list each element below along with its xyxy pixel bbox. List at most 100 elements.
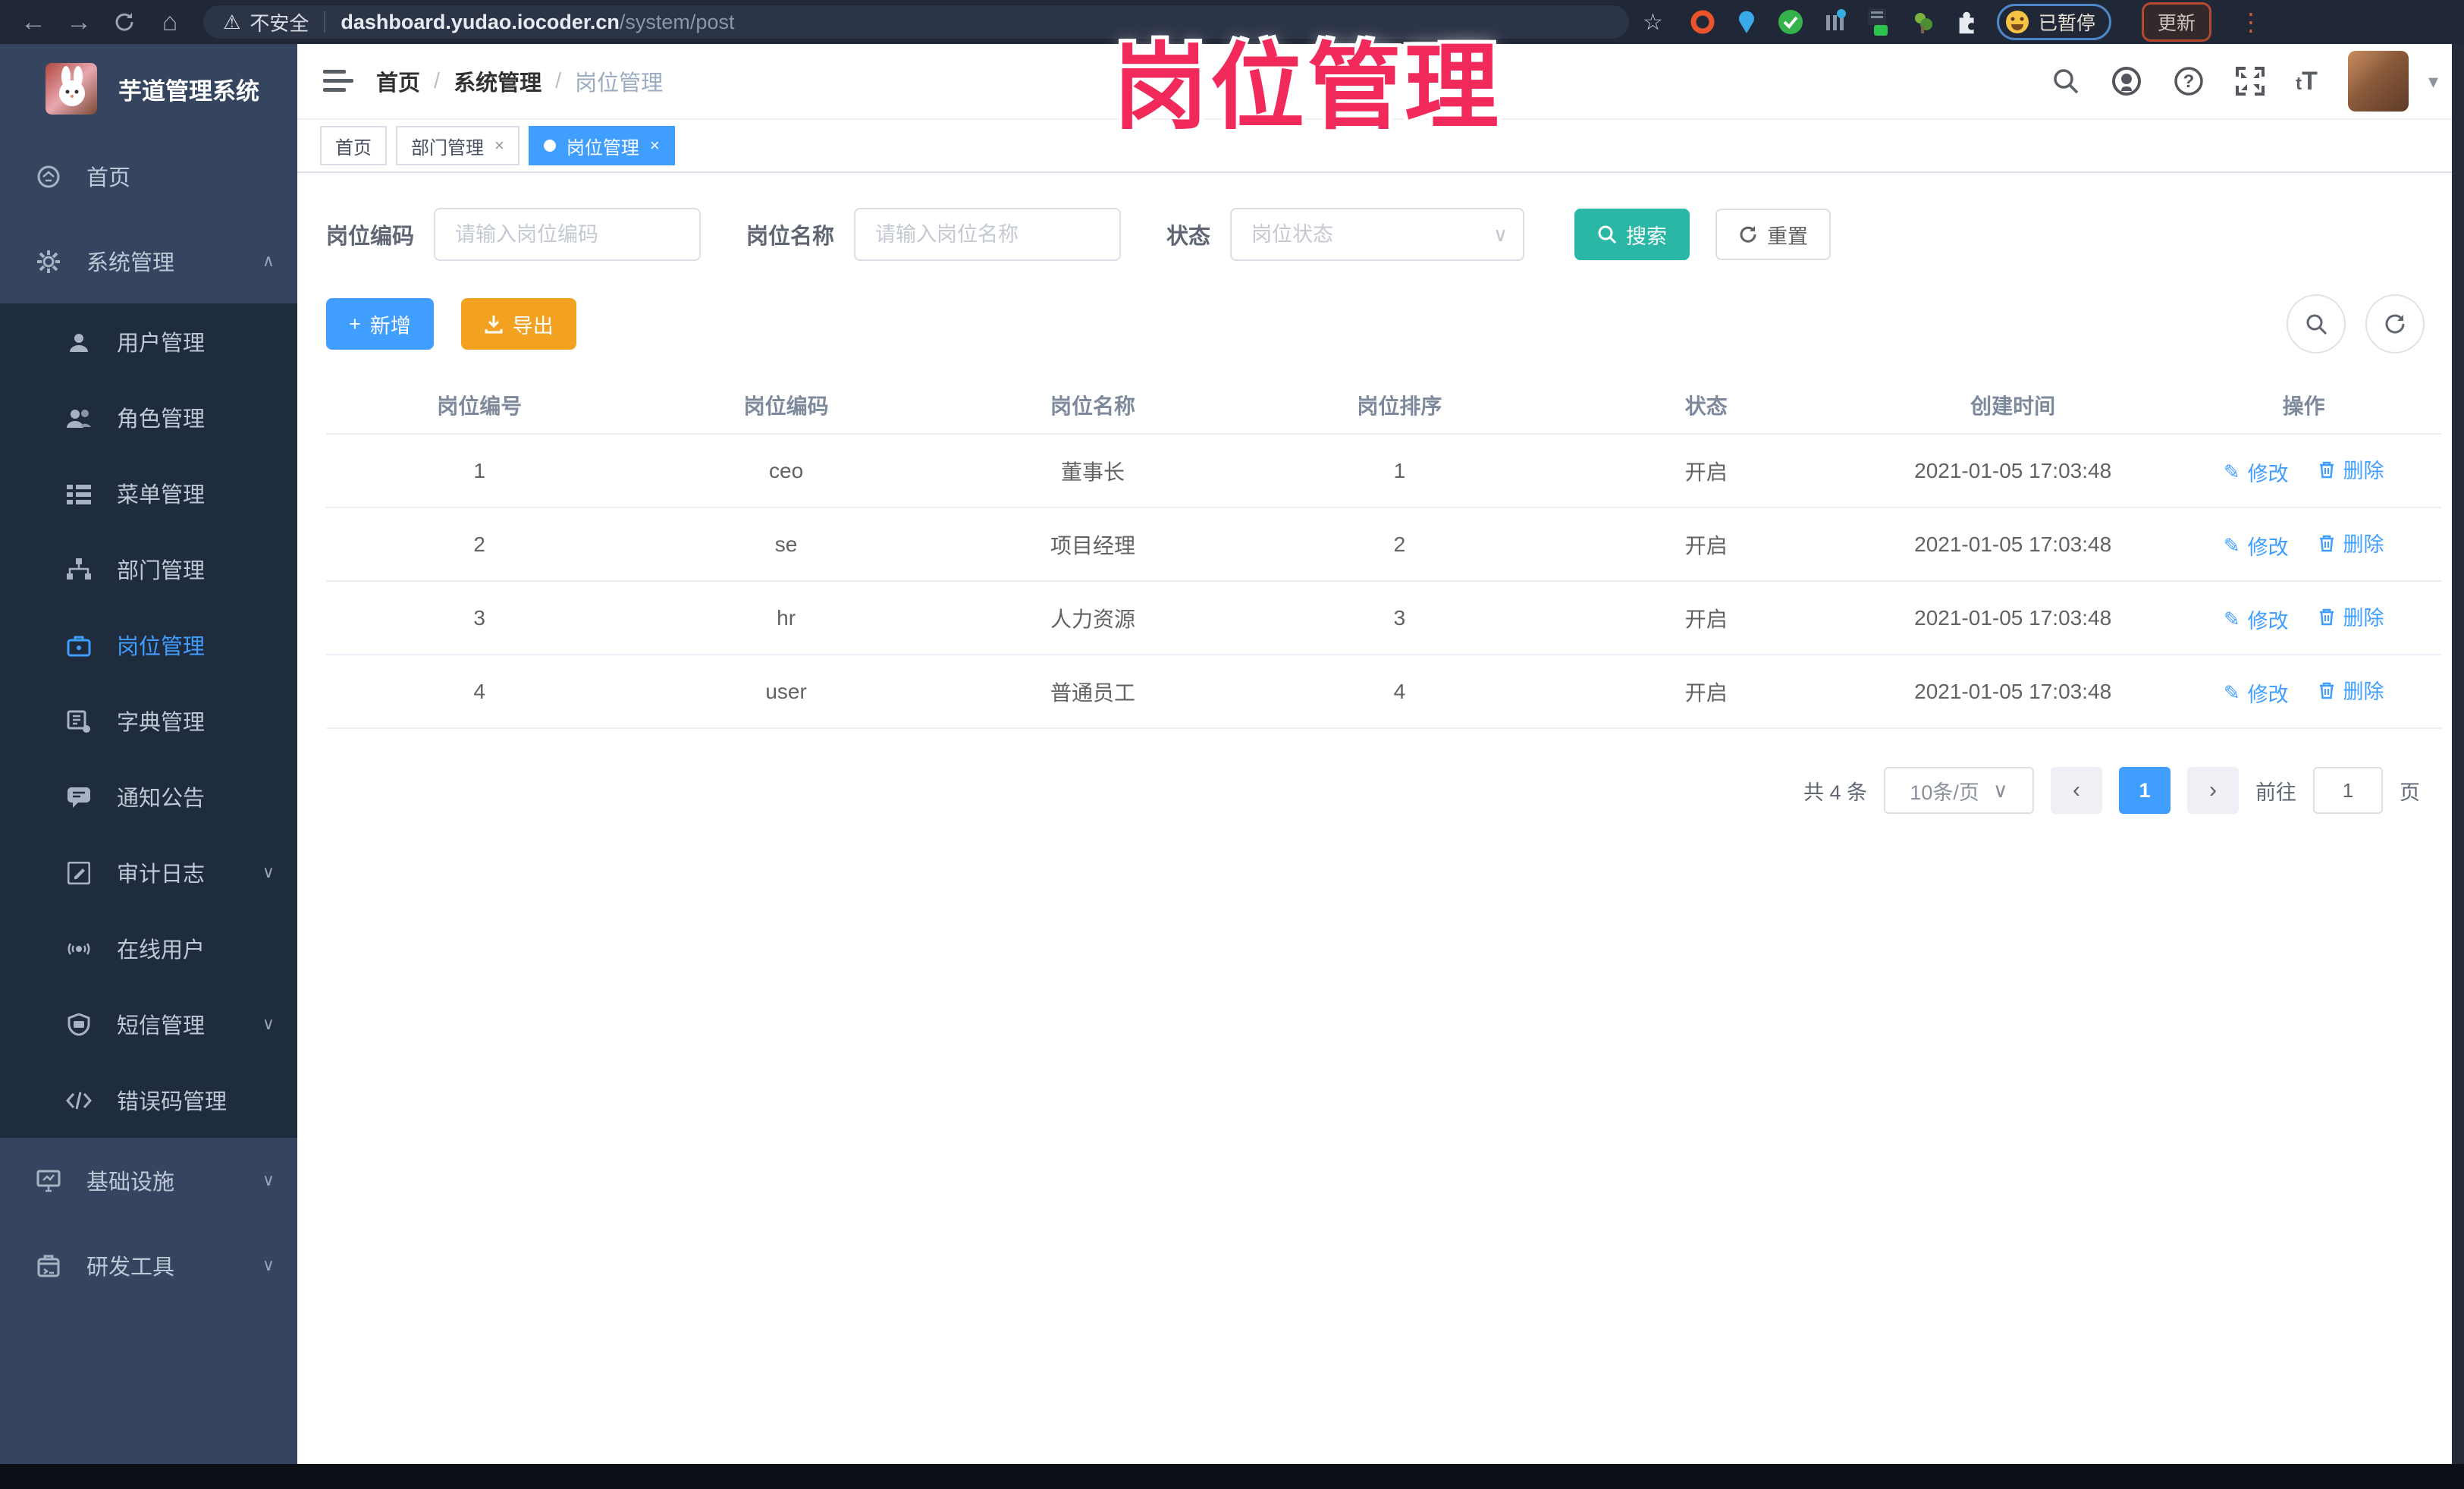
status-select[interactable]	[1230, 208, 1525, 261]
help-icon[interactable]: ?	[2173, 65, 2205, 97]
github-icon[interactable]	[2111, 65, 2142, 97]
reset-button[interactable]: 重置	[1715, 209, 1832, 260]
delete-link[interactable]: 删除	[2318, 675, 2384, 705]
next-page-button[interactable]: ›	[2187, 767, 2239, 814]
sidebar-item-label: 在线用户	[117, 938, 206, 963]
browser-forward-button[interactable]: →	[59, 5, 99, 39]
fullscreen-icon[interactable]	[2235, 66, 2265, 96]
sidebar-item-audit-log[interactable]: 审计日志 ∨	[0, 834, 297, 910]
audit-log-icon	[64, 859, 94, 885]
sidebar-item-online-users[interactable]: 在线用户	[0, 910, 297, 986]
paused-extension-badge[interactable]: 已暂停	[1996, 4, 2111, 40]
font-size-icon[interactable]: tT	[2296, 67, 2318, 96]
breadcrumb-home[interactable]: 首页	[376, 65, 420, 97]
sidebar-item-post-management[interactable]: 岗位管理	[0, 607, 297, 683]
add-button[interactable]: + 新增	[326, 298, 434, 350]
table-row: 2 se 项目经理 2 开启 2021-01-05 17:03:48 ✎ 修改 删…	[326, 507, 2441, 582]
url-path: /system/post	[619, 10, 735, 33]
logo-row[interactable]: 芋道管理系统	[0, 44, 297, 134]
hamburger-icon[interactable]	[323, 68, 353, 94]
post-code-input[interactable]	[434, 208, 702, 261]
sidebar-item-notice-announcement[interactable]: 通知公告	[0, 759, 297, 834]
edit-link[interactable]: ✎ 修改	[2224, 678, 2289, 708]
sidebar-item-user-management[interactable]: 用户管理	[0, 303, 297, 379]
browser-home-button[interactable]: ⌂	[150, 5, 190, 39]
sidebar-item-error-code-management[interactable]: 错误码管理	[0, 1062, 297, 1138]
close-icon[interactable]: ×	[650, 136, 660, 155]
tab-department-management[interactable]: 部门管理 ×	[396, 126, 519, 165]
sidebar-item-system-management[interactable]: 系统管理 ∧	[0, 218, 297, 303]
sidebar-item-dictionary-management[interactable]: 字典管理	[0, 683, 297, 759]
sidebar-item-label: 研发工具	[86, 1255, 175, 1280]
cell-id: 2	[326, 507, 633, 582]
avatar[interactable]	[2347, 51, 2409, 112]
sidebar-item-home[interactable]: 首页	[0, 134, 297, 218]
page-content: 岗位编码 岗位名称 状态 ∨	[297, 173, 2464, 1489]
delete-link[interactable]: 删除	[2318, 528, 2384, 558]
delete-link[interactable]: 删除	[2318, 602, 2384, 631]
goto-page-input[interactable]	[2313, 767, 2383, 814]
page-size-select[interactable]: 10条/页 ∨	[1884, 767, 2034, 814]
search-icon	[2306, 314, 2327, 335]
blue-pin-extension-icon[interactable]	[1733, 8, 1760, 36]
sidebar-item-label: 字典管理	[117, 711, 206, 735]
security-label: 不安全	[250, 11, 309, 35]
edit-link[interactable]: ✎ 修改	[2224, 605, 2289, 634]
trash-icon	[2320, 461, 2334, 478]
security-chip[interactable]: ⚠ 不安全	[223, 8, 309, 36]
green-sprout-extension-icon[interactable]	[1909, 8, 1936, 36]
browser-reload-button[interactable]	[105, 5, 144, 39]
search-button[interactable]: 搜索	[1574, 209, 1690, 260]
sidebar-item-dev-tools[interactable]: 研发工具 ∨	[0, 1223, 297, 1308]
filter-post-name: 岗位名称	[746, 208, 1122, 261]
bookmark-star-icon[interactable]: ☆	[1643, 9, 1663, 36]
tab-home[interactable]: 首页	[320, 126, 387, 165]
url-separator	[324, 11, 326, 33]
prev-page-button[interactable]: ‹	[2051, 767, 2102, 814]
post-name-input[interactable]	[854, 208, 1122, 261]
tab-post-management[interactable]: 岗位管理 ×	[528, 126, 675, 165]
plus-icon: +	[349, 312, 361, 335]
page-suffix: 页	[2400, 781, 2420, 804]
edit-link[interactable]: ✎ 修改	[2224, 457, 2289, 487]
emoji-face-icon	[2005, 11, 2029, 33]
chevron-down-icon: ∨	[1992, 778, 2008, 802]
sidebar-item-department-management[interactable]: 部门管理	[0, 531, 297, 607]
edit-link[interactable]: ✎ 修改	[2224, 531, 2289, 561]
browser-update-button[interactable]: 更新	[2141, 2, 2211, 42]
toggle-search-button[interactable]	[2287, 294, 2346, 353]
browser-back-button[interactable]: ←	[14, 5, 53, 39]
breadcrumb-system[interactable]: 系统管理	[454, 65, 541, 97]
filter-post-code: 岗位编码	[326, 208, 702, 261]
goto-label: 前往	[2255, 781, 2296, 804]
orange-ring-extension-icon[interactable]	[1689, 8, 1716, 36]
sidebar-item-sms-management[interactable]: 短信管理 ∨	[0, 986, 297, 1062]
header-search-icon[interactable]	[2051, 67, 2080, 96]
delete-label: 删除	[2343, 460, 2384, 483]
sidebar-item-menu-management[interactable]: 菜单管理	[0, 455, 297, 531]
sidebar-item-label: 角色管理	[117, 407, 206, 432]
cell-name: 董事长	[939, 434, 1247, 508]
edit-label: 修改	[2247, 683, 2289, 706]
close-icon[interactable]: ×	[494, 136, 504, 155]
window-bottom-strip	[0, 1464, 2464, 1489]
sidebar-item-role-management[interactable]: 角色管理	[0, 379, 297, 455]
chevron-up-icon: ∧	[262, 251, 275, 270]
puzzle-extensions-icon[interactable]	[1953, 8, 1980, 36]
refresh-table-button[interactable]	[2365, 294, 2425, 353]
gif-tool-extension-icon[interactable]	[1865, 8, 1892, 36]
caret-down-icon[interactable]: ▾	[2428, 70, 2438, 93]
green-check-extension-icon[interactable]	[1777, 8, 1804, 36]
delete-label: 删除	[2343, 533, 2384, 557]
delete-label: 删除	[2343, 680, 2384, 704]
page-1-button[interactable]: 1	[2119, 767, 2171, 814]
cell-sort: 3	[1246, 581, 1553, 655]
export-button[interactable]: 导出	[460, 298, 576, 350]
sidebar: 芋道管理系统 首页 系统管理 ∧ 用户管理 角色管理 菜单管理 部门管理 岗位管…	[0, 44, 297, 1489]
delete-label: 删除	[2343, 607, 2384, 630]
search-button-label: 搜索	[1626, 225, 1668, 248]
delete-link[interactable]: 删除	[2318, 454, 2384, 484]
sidebar-item-infrastructure[interactable]: 基础设施 ∨	[0, 1138, 297, 1223]
browser-menu-icon[interactable]: ⋮	[2239, 8, 2265, 36]
sliders-extension-icon[interactable]	[1821, 8, 1848, 36]
